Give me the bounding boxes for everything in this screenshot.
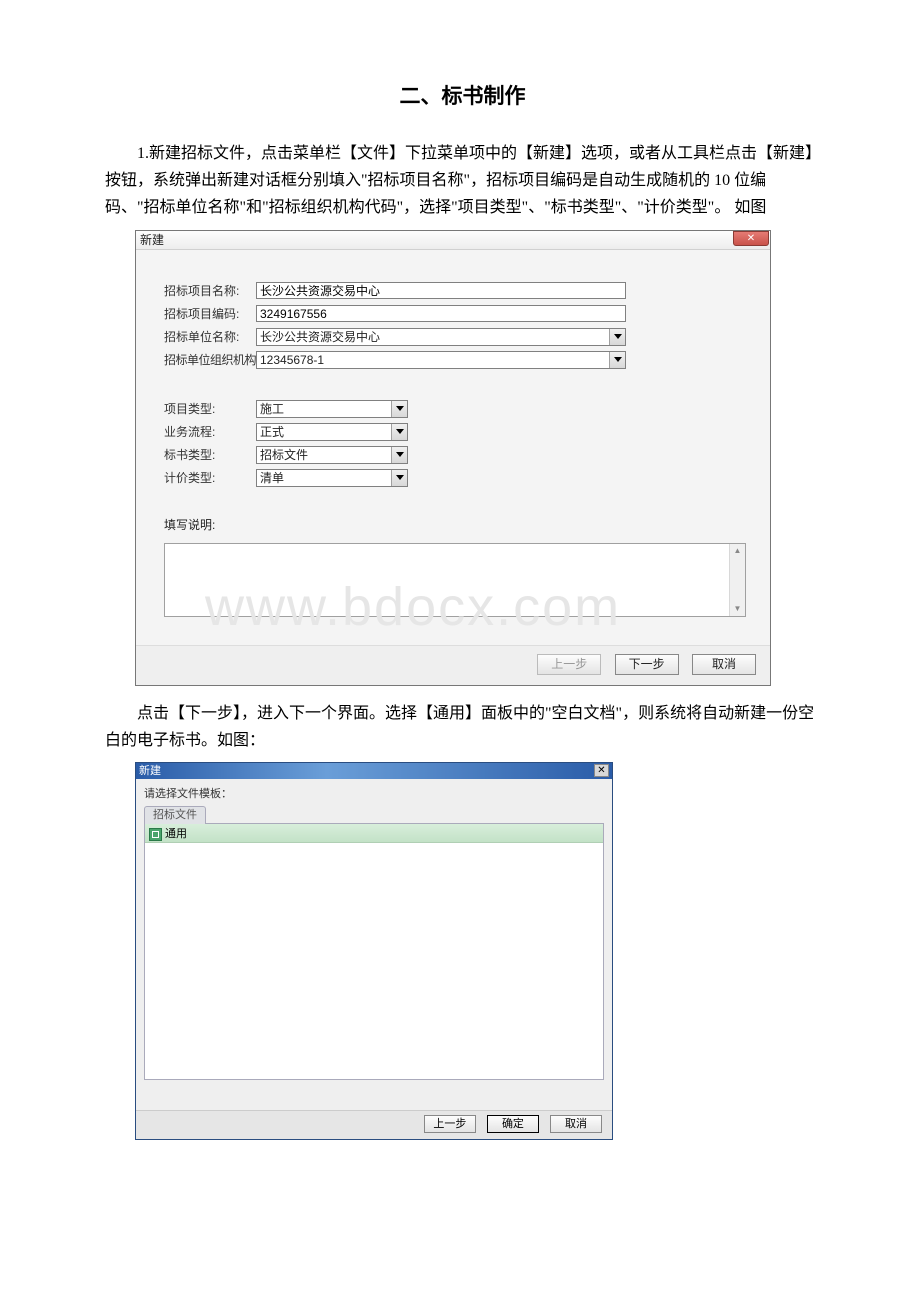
label-unit-org: 招标单位组织机构	[164, 351, 256, 368]
biz-flow-combo[interactable]: 正式	[256, 423, 408, 441]
dialog-titlebar: 新建 ✕	[136, 231, 770, 250]
prev-button[interactable]: 上一步	[424, 1115, 476, 1133]
price-type-combo[interactable]: 清单	[256, 469, 408, 487]
chevron-down-icon[interactable]	[391, 470, 407, 486]
label-project-code: 招标项目编码:	[164, 305, 256, 322]
label-notes: 填写说明:	[164, 516, 746, 533]
template-item-tongyong[interactable]: 通用	[145, 824, 603, 843]
biz-flow-value: 正式	[257, 424, 391, 440]
dialog2-button-bar: 上一步 确定 取消	[136, 1110, 612, 1139]
template-icon	[149, 828, 162, 841]
template-label: 请选择文件模板：	[144, 785, 604, 801]
doc-type-combo[interactable]: 招标文件	[256, 446, 408, 464]
scroll-down-icon[interactable]: ▼	[730, 602, 745, 616]
label-doc-type: 标书类型:	[164, 446, 256, 463]
chevron-down-icon[interactable]	[391, 447, 407, 463]
next-button[interactable]: 下一步	[615, 654, 679, 675]
label-project-name: 招标项目名称:	[164, 282, 256, 299]
price-type-value: 清单	[257, 470, 391, 486]
dialog2-titlebar: 新建 ✕	[136, 763, 612, 779]
template-tabs: 招标文件	[144, 805, 604, 824]
label-price-type: 计价类型:	[164, 469, 256, 486]
label-biz-flow: 业务流程:	[164, 423, 256, 440]
close-icon[interactable]: ✕	[733, 231, 769, 246]
notes-textarea[interactable]: ▲ ▼	[164, 543, 746, 617]
scrollbar[interactable]: ▲ ▼	[729, 544, 745, 616]
tab-zhaobiao[interactable]: 招标文件	[144, 806, 206, 824]
close-icon[interactable]: ✕	[594, 764, 609, 777]
new-dialog-1: 新建 ✕ 招标项目名称: 招标项目编码: 招标单位名称: 长沙公共资源交易中心	[135, 230, 771, 686]
template-item-label: 通用	[165, 828, 187, 840]
cancel-button[interactable]: 取消	[692, 654, 756, 675]
body-paragraph-1: 1.新建招标文件，点击菜单栏【文件】下拉菜单项中的【新建】选项，或者从工具栏点击…	[105, 140, 820, 222]
unit-org-value: 12345678-1	[257, 352, 609, 368]
label-project-type: 项目类型:	[164, 400, 256, 417]
ok-button[interactable]: 确定	[487, 1115, 539, 1133]
chevron-down-icon[interactable]	[391, 401, 407, 417]
cancel-button[interactable]: 取消	[550, 1115, 602, 1133]
doc-type-value: 招标文件	[257, 447, 391, 463]
project-name-input[interactable]	[256, 282, 626, 299]
chevron-down-icon[interactable]	[609, 329, 625, 345]
section-heading: 二、标书制作	[105, 80, 820, 110]
prev-button[interactable]: 上一步	[537, 654, 601, 675]
template-list[interactable]: 通用	[144, 823, 604, 1080]
body-paragraph-2: 点击【下一步】，进入下一个界面。选择【通用】面板中的"空白文档"，则系统将自动新…	[105, 700, 820, 754]
scroll-up-icon[interactable]: ▲	[730, 544, 745, 558]
unit-name-combo[interactable]: 长沙公共资源交易中心	[256, 328, 626, 346]
chevron-down-icon[interactable]	[391, 424, 407, 440]
label-unit-name: 招标单位名称:	[164, 328, 256, 345]
new-dialog-2: 新建 ✕ 请选择文件模板： 招标文件 通用 上一步 确定 取消	[135, 762, 613, 1140]
dialog2-title: 新建	[139, 763, 161, 779]
chevron-down-icon[interactable]	[609, 352, 625, 368]
project-type-combo[interactable]: 施工	[256, 400, 408, 418]
dialog-title: 新建	[140, 231, 164, 248]
unit-name-value: 长沙公共资源交易中心	[257, 329, 609, 345]
unit-org-combo[interactable]: 12345678-1	[256, 351, 626, 369]
dialog-button-bar: 上一步 下一步 取消	[136, 645, 770, 685]
project-type-value: 施工	[257, 401, 391, 417]
project-code-input[interactable]	[256, 305, 626, 322]
